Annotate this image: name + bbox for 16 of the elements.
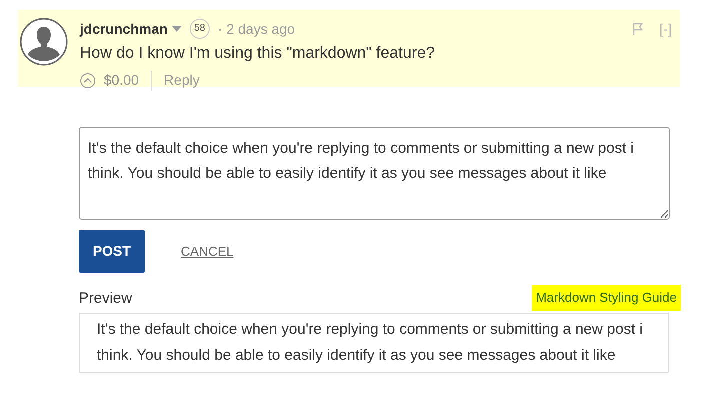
avatar-icon [20, 18, 68, 66]
preview-label: Preview [79, 289, 132, 309]
timestamp: 2 days ago [226, 20, 296, 39]
styling-guide-link[interactable]: Markdown Styling Guide [532, 285, 681, 310]
separator: · [218, 20, 223, 39]
caret-icon[interactable] [172, 26, 182, 32]
reply-field[interactable]: It's the default choice when you're replying to comments or submitting a new post i think. You should be able to easily identify it as you see messages about it like [79, 127, 670, 220]
author-name[interactable]: jdcrunchman [80, 18, 168, 40]
amount: $0.00 [104, 71, 140, 90]
score-badge: 58 [190, 19, 210, 39]
preview-text: It's the default choice when you're replying to comments or submitting a new post i think. You should be able to easily identify it as you see messages about it like [79, 312, 669, 372]
comment-text: How do I know I'm using this "markdown" feature? [80, 44, 436, 64]
post-button[interactable]: POST [79, 230, 145, 273]
flag-icon[interactable] [632, 23, 644, 35]
upvote-icon[interactable] [80, 72, 96, 88]
cancel-link[interactable]: CANCEL [181, 242, 234, 262]
